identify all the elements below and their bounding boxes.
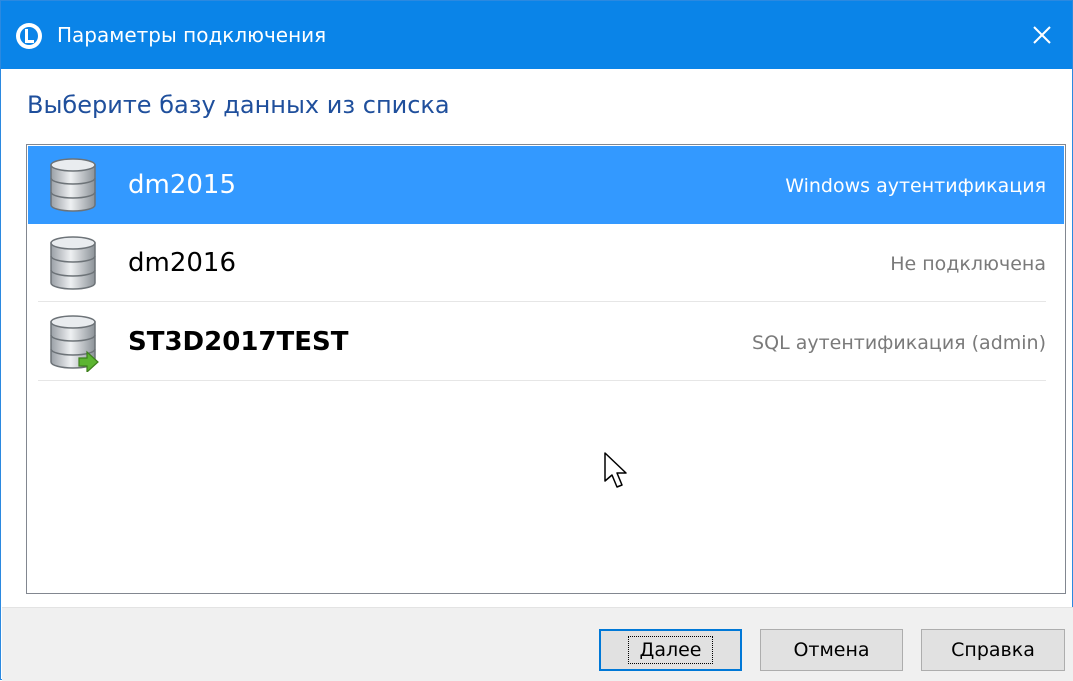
database-icon bbox=[50, 236, 96, 290]
help-button-label: Справка bbox=[951, 639, 1035, 661]
database-list-item[interactable]: ST3D2017TEST SQL аутентификация (admin) bbox=[28, 303, 1064, 381]
auth-status: Не подключена bbox=[890, 253, 1046, 275]
instruction-heading: Выберите базу данных из списка bbox=[27, 91, 450, 119]
mouse-cursor-icon bbox=[604, 452, 627, 488]
database-name: ST3D2017TEST bbox=[128, 327, 349, 357]
button-bar: Далее Отмена Справка bbox=[2, 607, 1073, 681]
auth-status: Windows аутентификация bbox=[785, 175, 1046, 197]
auth-status: SQL аутентификация (admin) bbox=[752, 332, 1046, 354]
next-button-label: Далее bbox=[628, 636, 713, 664]
row-divider bbox=[38, 301, 1046, 302]
database-connected-icon bbox=[50, 315, 99, 372]
app-logo-icon bbox=[16, 23, 42, 49]
database-list-item[interactable]: dm2015 Windows аутентификация bbox=[28, 146, 1064, 224]
close-icon bbox=[1033, 26, 1051, 44]
title-bar[interactable]: Параметры подключения bbox=[1, 1, 1072, 69]
database-name: dm2016 bbox=[128, 248, 236, 278]
row-divider bbox=[38, 380, 1046, 381]
database-icon bbox=[50, 158, 96, 212]
database-name: dm2015 bbox=[128, 170, 236, 200]
connection-dialog: Параметры подключения Выберите базу данн… bbox=[0, 0, 1073, 681]
close-button[interactable] bbox=[1024, 17, 1060, 53]
window-title: Параметры подключения bbox=[57, 23, 327, 47]
database-list[interactable]: dm2015 Windows аутентификация dm2016 Не … bbox=[26, 144, 1066, 594]
cancel-button[interactable]: Отмена bbox=[760, 629, 903, 671]
help-button[interactable]: Справка bbox=[921, 629, 1065, 671]
next-button[interactable]: Далее bbox=[599, 629, 742, 671]
cancel-button-label: Отмена bbox=[793, 639, 870, 661]
database-list-item[interactable]: dm2016 Не подключена bbox=[28, 224, 1064, 302]
